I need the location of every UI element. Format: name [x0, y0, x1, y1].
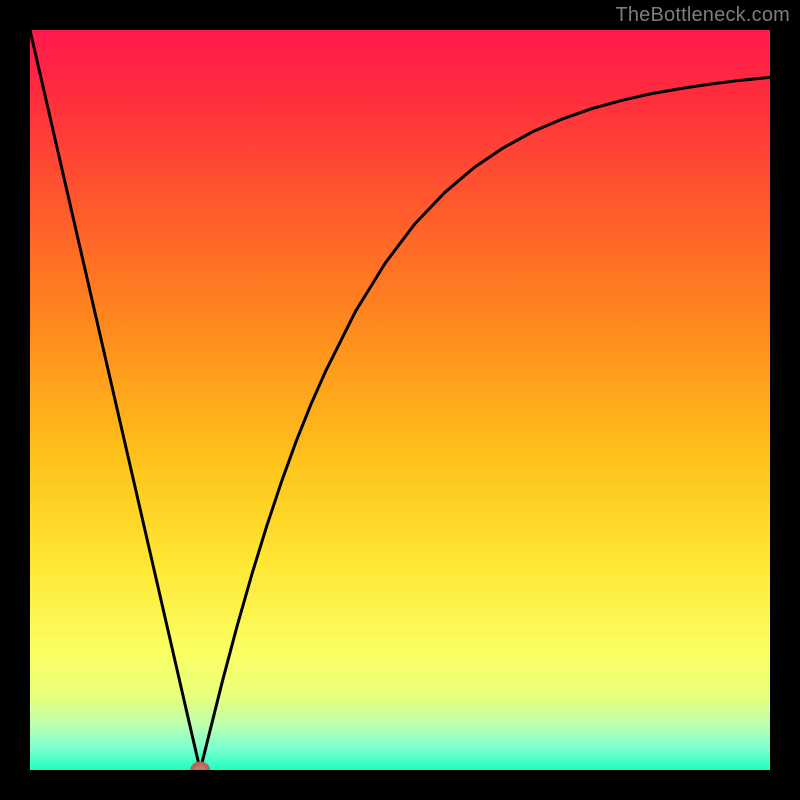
plot-area — [30, 30, 770, 770]
optimal-point-marker — [192, 763, 208, 770]
curve-svg — [30, 30, 770, 770]
chart-frame: TheBottleneck.com — [0, 0, 800, 800]
bottleneck-curve — [30, 30, 770, 770]
watermark-text: TheBottleneck.com — [615, 4, 790, 27]
